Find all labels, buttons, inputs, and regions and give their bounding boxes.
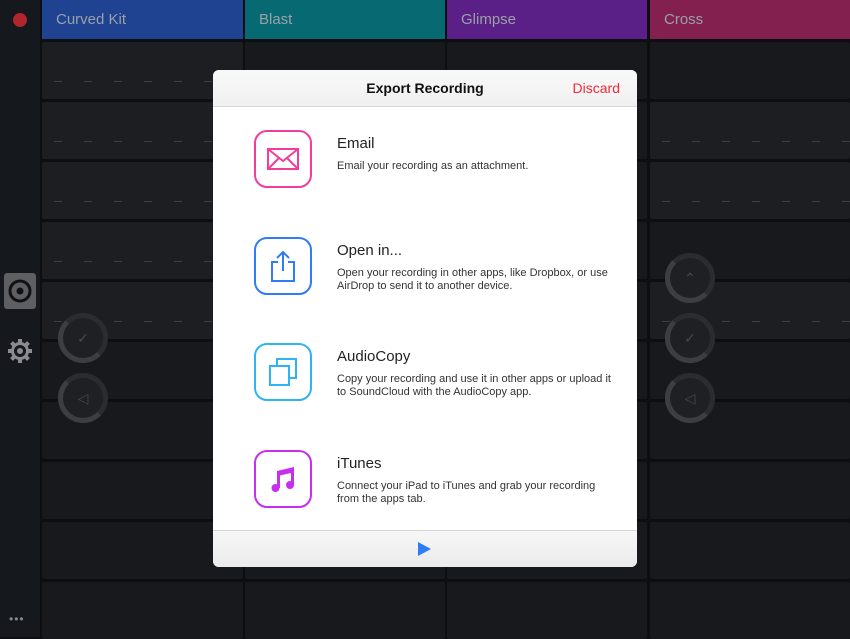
target-icon <box>8 279 32 303</box>
envelope-icon <box>254 130 312 188</box>
clip-pad[interactable] <box>245 582 445 639</box>
option-title: iTunes <box>337 455 382 472</box>
option-description: Copy your recording and use it in other … <box>337 373 611 398</box>
knob-volume[interactable]: ◁ <box>58 373 108 423</box>
knob-fx[interactable]: ✓ <box>665 313 715 363</box>
record-icon[interactable] <box>13 13 27 27</box>
option-title: AudioCopy <box>337 348 411 365</box>
column-header[interactable]: Glimpse <box>447 0 647 39</box>
target-button[interactable] <box>4 273 36 309</box>
clip-pad[interactable] <box>650 162 850 219</box>
column-header[interactable]: Blast <box>245 0 445 39</box>
column-header[interactable]: Curved Kit <box>42 0 243 39</box>
discard-button[interactable]: Discard <box>573 80 620 96</box>
dialog-footer <box>213 530 637 567</box>
copy-icon <box>254 343 312 401</box>
export-dialog: Export Recording Discard Email Email you… <box>213 70 637 567</box>
clip-pad[interactable] <box>650 462 850 519</box>
knob-fx[interactable]: ✓ <box>58 313 108 363</box>
column-header[interactable]: Cross <box>650 0 850 39</box>
music-note-icon <box>254 450 312 508</box>
option-title: Email <box>337 135 375 152</box>
option-description: Open your recording in other apps, like … <box>337 267 608 292</box>
knob-pitch[interactable]: ⌃ <box>665 253 715 303</box>
knob-volume[interactable]: ◁ <box>665 373 715 423</box>
play-icon[interactable] <box>418 542 431 556</box>
option-description: Email your recording as an attachment. <box>337 160 529 172</box>
export-option-open-in[interactable]: Open in... Open your recording in other … <box>213 237 637 297</box>
share-icon <box>254 237 312 295</box>
sidebar: ••• <box>0 0 40 637</box>
option-description: Connect your iPad to iTunes and grab you… <box>337 480 596 505</box>
clip-pad[interactable] <box>42 582 243 639</box>
export-option-email[interactable]: Email Email your recording as an attachm… <box>213 130 637 190</box>
clip-pad[interactable] <box>650 582 850 639</box>
gear-icon[interactable] <box>6 337 34 365</box>
more-icon[interactable]: ••• <box>9 612 25 626</box>
clip-pad[interactable] <box>650 42 850 99</box>
clip-pad[interactable] <box>650 102 850 159</box>
dialog-header: Export Recording Discard <box>213 70 637 107</box>
export-option-audiocopy[interactable]: AudioCopy Copy your recording and use it… <box>213 343 637 403</box>
export-option-itunes[interactable]: iTunes Connect your iPad to iTunes and g… <box>213 450 637 510</box>
clip-pad[interactable] <box>447 582 647 639</box>
clip-pad[interactable] <box>650 522 850 579</box>
option-title: Open in... <box>337 242 403 259</box>
